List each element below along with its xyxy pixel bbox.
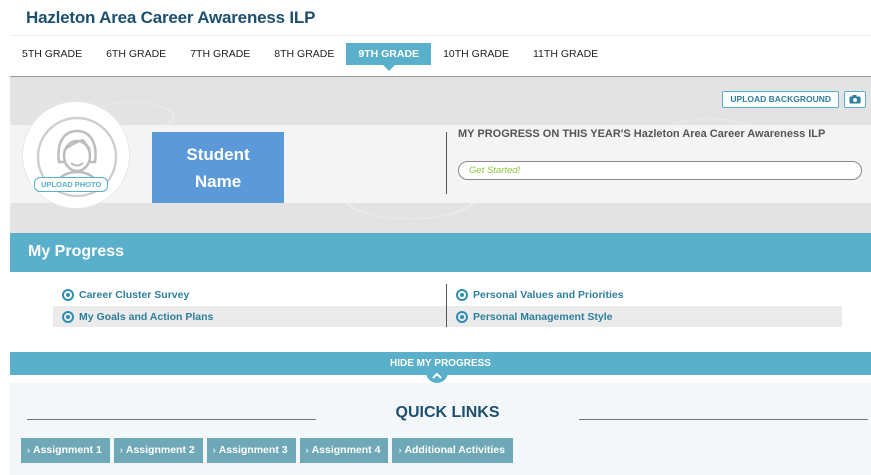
quick-link-label: Additional Activities [404,444,505,456]
progress-link-career-cluster-survey[interactable]: Career Cluster Survey [62,289,189,301]
student-name-last: Name [194,171,242,191]
radio-icon [62,289,74,301]
profile-banner: UPLOAD BACKGROUND UPLOAD PHOTO Student N… [10,77,871,233]
progress-link-label: Career Cluster Survey [79,289,190,301]
progress-divider [446,132,447,194]
assignment-2-button[interactable]: › Assignment 2 [113,438,203,463]
radio-icon [62,311,74,323]
chevron-right-icon: › [119,445,123,455]
hide-progress-toggle[interactable] [426,368,448,383]
student-name: Student Name [152,132,284,203]
tab-8th-grade[interactable]: 8TH GRADE [262,43,346,65]
chevron-right-icon: › [27,445,30,455]
assignment-4-button[interactable]: › Assignment 4 [299,438,389,463]
tab-5th-grade[interactable]: 5TH GRADE [10,43,94,65]
progress-link-label: Personal Values and Priorities [473,289,624,301]
radio-icon [456,311,468,323]
app-title: Hazleton Area Career Awareness ILP [26,8,316,27]
chevron-right-icon: › [212,445,216,455]
quick-link-label: Assignment 2 [125,444,195,456]
quick-links-title: QUICK LINKS [395,404,500,421]
quick-links-rule-left [27,419,316,420]
camera-icon [849,95,861,104]
quick-links-buttons: › Assignment 1 › Assignment 2 › Assignment … [21,438,513,463]
progress-link-management-style[interactable]: Personal Management Style [456,311,612,323]
chevron-up-icon [432,372,442,379]
tab-9th-grade[interactable]: 9TH GRADE [346,43,432,71]
tab-6th-grade[interactable]: 6TH GRADE [94,43,178,65]
quick-links-section: QUICK LINKS › Assignment 1 › Assignment 2 … [10,383,871,475]
progress-status-bar[interactable]: Get Started! [458,161,862,180]
chevron-right-icon: › [305,445,309,455]
my-progress-title: My Progress [28,243,125,260]
upload-photo-button[interactable]: UPLOAD PHOTO [34,177,109,192]
progress-heading: MY PROGRESS ON THIS YEAR'S Hazleton Area… [458,128,826,140]
student-name-first: Student [186,144,250,164]
tab-10th-grade[interactable]: 10TH GRADE [431,43,521,65]
quick-links-rule-right [579,419,868,420]
progress-link-personal-values[interactable]: Personal Values and Priorities [456,289,624,301]
progress-column-divider [446,284,447,327]
quick-link-label: Assignment 4 [311,444,381,456]
camera-button[interactable] [844,91,866,108]
progress-link-goals-action-plans[interactable]: My Goals and Action Plans [62,311,213,323]
grade-tabs: 5TH GRADE 6TH GRADE 7TH GRADE 8TH GRADE … [10,43,610,71]
quick-link-label: Assignment 1 [33,444,102,456]
my-progress-list: Career Cluster Survey Personal Values an… [10,272,871,338]
progress-link-label: My Goals and Action Plans [79,311,214,323]
radio-icon [456,289,468,301]
my-progress-header: My Progress [10,233,871,272]
additional-activities-button[interactable]: › Additional Activities [392,438,513,463]
tab-7th-grade[interactable]: 7TH GRADE [178,43,262,65]
header-divider [10,35,871,36]
tab-11th-grade[interactable]: 11TH GRADE [521,43,610,65]
assignment-1-button[interactable]: › Assignment 1 [21,438,110,463]
quick-link-label: Assignment 3 [218,444,288,456]
upload-background-button[interactable]: UPLOAD BACKGROUND [722,91,839,108]
progress-link-label: Personal Management Style [473,311,613,323]
avatar [22,101,130,209]
assignment-3-button[interactable]: › Assignment 3 [206,438,296,463]
chevron-right-icon: › [398,445,402,455]
